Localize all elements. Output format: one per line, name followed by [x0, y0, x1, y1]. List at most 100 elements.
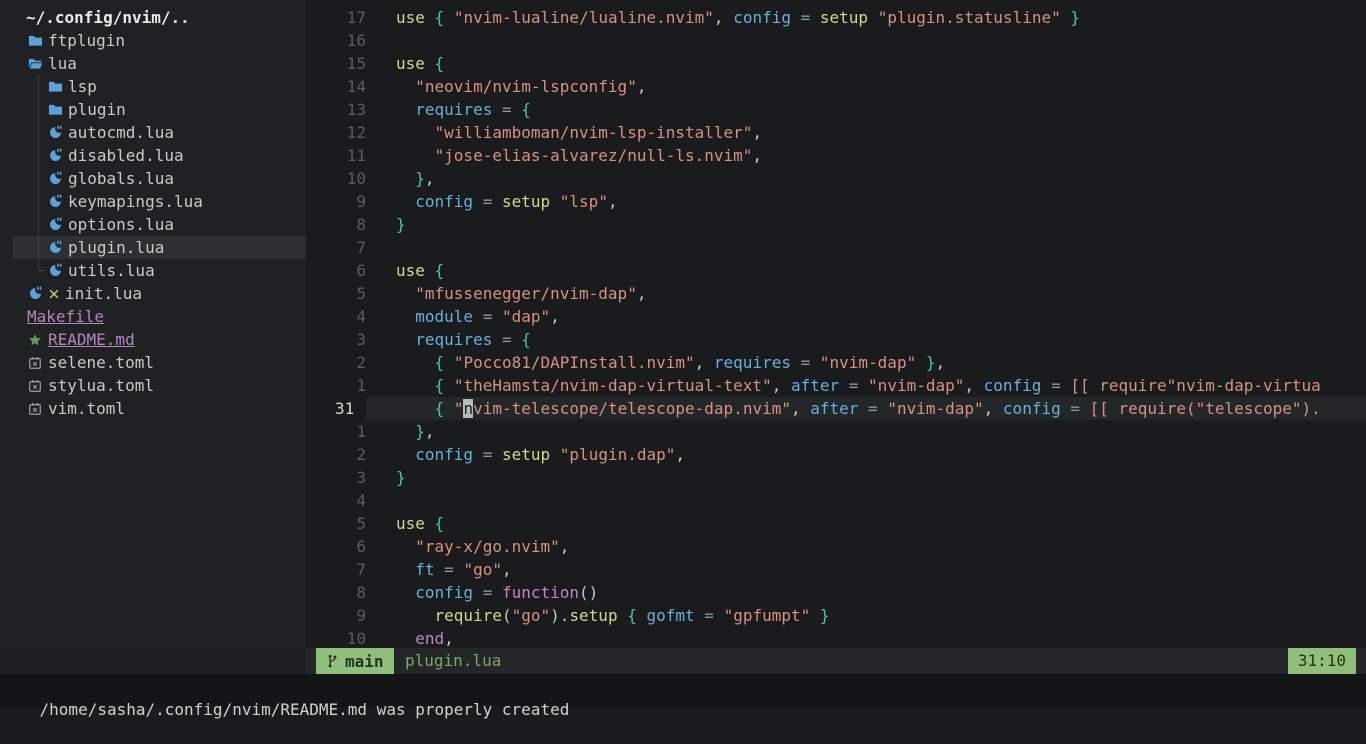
- tree-item-stylua.toml[interactable]: stylua.toml: [0, 374, 306, 397]
- tree-item-options.lua[interactable]: options.lua: [0, 213, 306, 236]
- tree-item-lsp[interactable]: lsp: [0, 75, 306, 98]
- tree-indent-guide: [38, 236, 39, 259]
- tree-indent-guide: [38, 75, 39, 98]
- line-number: 7: [306, 236, 366, 259]
- tree-item-label: autocmd.lua: [68, 121, 174, 144]
- folder-closed-icon: [47, 79, 63, 95]
- tree-item-README.md[interactable]: README.md: [0, 328, 306, 351]
- line-number: 8: [306, 213, 366, 236]
- tree-item-label: keymapings.lua: [68, 190, 203, 213]
- code-line[interactable]: 9 require("go").setup { gofmt = "gpfumpt…: [306, 604, 1366, 627]
- tree-item-vim.toml[interactable]: vim.toml: [0, 397, 306, 420]
- tree-item-label: ftplugin: [48, 29, 125, 52]
- tree-item-label: init.lua: [65, 282, 142, 305]
- code-line[interactable]: 7 ft = "go",: [306, 558, 1366, 581]
- code-text: { "nvim-telescope/telescope-dap.nvim", a…: [366, 397, 1366, 420]
- code-line[interactable]: 3}: [306, 466, 1366, 489]
- code-line[interactable]: 13 requires = {: [306, 98, 1366, 121]
- code-line[interactable]: 4 module = "dap",: [306, 305, 1366, 328]
- code-line[interactable]: 7: [306, 236, 1366, 259]
- line-number: 9: [306, 190, 366, 213]
- code-line[interactable]: 6 "ray-x/go.nvim",: [306, 535, 1366, 558]
- code-line[interactable]: 15use {: [306, 52, 1366, 75]
- line-number: 4: [306, 305, 366, 328]
- tree-item-autocmd.lua[interactable]: autocmd.lua: [0, 121, 306, 144]
- folder-open-icon: [27, 56, 43, 72]
- tree-item-plugin[interactable]: plugin: [0, 98, 306, 121]
- tree-item-utils.lua[interactable]: utils.lua: [0, 259, 306, 282]
- code-line[interactable]: 10 },: [306, 167, 1366, 190]
- code-line[interactable]: 17use { "nvim-lualine/lualine.nvim", con…: [306, 6, 1366, 29]
- tree-item-label: globals.lua: [68, 167, 174, 190]
- tree-item-label: README.md: [48, 328, 135, 351]
- code-line[interactable]: 10 end,: [306, 627, 1366, 648]
- line-number: 3: [306, 328, 366, 351]
- code-text: end,: [366, 627, 1366, 648]
- tree-item-selene.toml[interactable]: selene.toml: [0, 351, 306, 374]
- tree-item-label: lua: [48, 52, 77, 75]
- code-text: "jose-elias-alvarez/null-ls.nvim",: [366, 144, 1366, 167]
- code-line[interactable]: 12 "williamboman/nvim-lsp-installer",: [306, 121, 1366, 144]
- line-number: 17: [306, 6, 366, 29]
- code-text: "ray-x/go.nvim",: [366, 535, 1366, 558]
- file-tree-panel: ~/.config/nvim/.. ftpluginlualsppluginau…: [0, 0, 306, 648]
- code-text: module = "dap",: [366, 305, 1366, 328]
- code-text: "neovim/nvim-lspconfig",: [366, 75, 1366, 98]
- cmdline-message: /home/sasha/.config/nvim/README.md was p…: [40, 700, 570, 719]
- lua-file-icon: [47, 148, 63, 164]
- tree-item-globals.lua[interactable]: globals.lua: [0, 167, 306, 190]
- lua-file-icon: [47, 171, 63, 187]
- code-line[interactable]: 3 requires = {: [306, 328, 1366, 351]
- neovim-window: ~/.config/nvim/.. ftpluginlualsppluginau…: [0, 0, 1366, 707]
- code-line[interactable]: 1 },: [306, 420, 1366, 443]
- editor-buffer[interactable]: 17use { "nvim-lualine/lualine.nvim", con…: [306, 0, 1366, 648]
- line-number: 9: [306, 604, 366, 627]
- code-line[interactable]: 8 config = function(): [306, 581, 1366, 604]
- lua-file-icon: [47, 217, 63, 233]
- git-branch-icon: [326, 653, 339, 669]
- code-line[interactable]: 9 config = setup "lsp",: [306, 190, 1366, 213]
- tree-item-label: selene.toml: [48, 351, 154, 374]
- line-number: 13: [306, 98, 366, 121]
- tree-items: ftpluginlualsppluginautocmd.luadisabled.…: [0, 29, 306, 420]
- code-text: config = setup "lsp",: [366, 190, 1366, 213]
- line-number: 11: [306, 144, 366, 167]
- code-text: "mfussenegger/nvim-dap",: [366, 282, 1366, 305]
- line-number: 5: [306, 512, 366, 535]
- line-number: 1: [306, 374, 366, 397]
- tree-item-disabled.lua[interactable]: disabled.lua: [0, 144, 306, 167]
- code-line[interactable]: 8}: [306, 213, 1366, 236]
- tree-item-label: plugin.lua: [68, 236, 164, 259]
- code-line[interactable]: 2 config = setup "plugin.dap",: [306, 443, 1366, 466]
- code-text: use {: [366, 512, 1366, 535]
- star-icon: [27, 332, 43, 348]
- code-line[interactable]: 6use {: [306, 259, 1366, 282]
- tree-item-keymapings.lua[interactable]: keymapings.lua: [0, 190, 306, 213]
- tree-item-Makefile[interactable]: Makefile: [0, 305, 306, 328]
- tree-item-plugin.lua[interactable]: plugin.lua: [0, 236, 306, 259]
- line-number: 10: [306, 627, 366, 648]
- tree-item-ftplugin[interactable]: ftplugin: [0, 29, 306, 52]
- tree-indent-guide: [38, 98, 39, 121]
- code-line[interactable]: 1 { "theHamsta/nvim-dap-virtual-text", a…: [306, 374, 1366, 397]
- command-line[interactable]: /home/sasha/.config/nvim/README.md was p…: [0, 674, 1366, 707]
- tree-indent-guide: [38, 121, 39, 144]
- code-line-current[interactable]: 31 { "nvim-telescope/telescope-dap.nvim"…: [306, 397, 1366, 420]
- code-line[interactable]: 11 "jose-elias-alvarez/null-ls.nvim",: [306, 144, 1366, 167]
- tree-item-init.lua[interactable]: init.lua: [0, 282, 306, 305]
- line-number: 1: [306, 420, 366, 443]
- line-number: 10: [306, 167, 366, 190]
- code-line[interactable]: 5 "mfussenegger/nvim-dap",: [306, 282, 1366, 305]
- code-line[interactable]: 16: [306, 29, 1366, 52]
- code-line[interactable]: 4: [306, 489, 1366, 512]
- tree-item-lua[interactable]: lua: [0, 52, 306, 75]
- tree-indent-guide: [38, 167, 39, 190]
- code-line[interactable]: 2 { "Pocco81/DAPInstall.nvim", requires …: [306, 351, 1366, 374]
- code-line[interactable]: 5use {: [306, 512, 1366, 535]
- code-line[interactable]: 14 "neovim/nvim-lspconfig",: [306, 75, 1366, 98]
- tree-item-label: lsp: [68, 75, 97, 98]
- code-text: [366, 29, 1366, 52]
- tree-indent-guide: [38, 270, 45, 271]
- code-text: use {: [366, 52, 1366, 75]
- lua-file-icon: [47, 194, 63, 210]
